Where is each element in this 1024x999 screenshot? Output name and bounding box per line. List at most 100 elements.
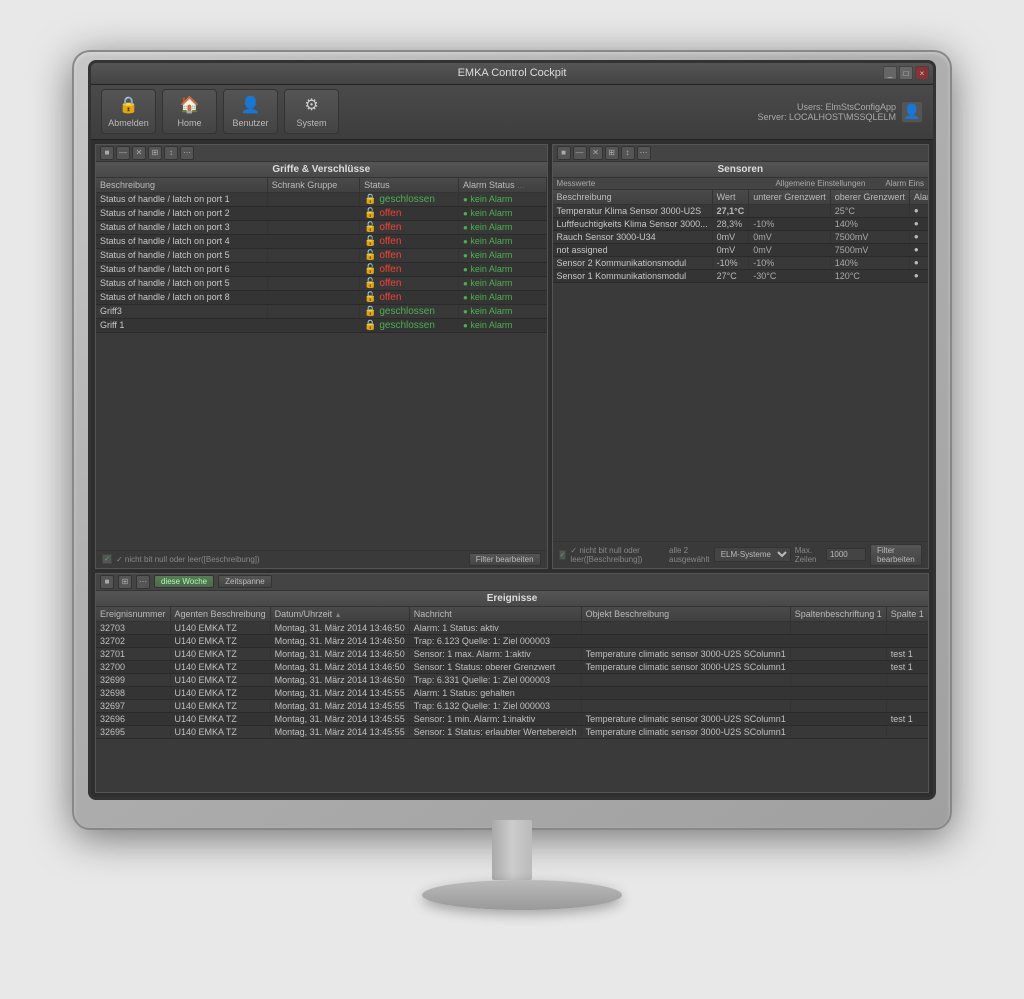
griffe-btn-3[interactable]: ✕ xyxy=(132,146,146,160)
griffe-btn-1[interactable]: ■ xyxy=(100,146,114,160)
table-row[interactable]: Rauch Sensor 3000-U34 0mV 0mV 7500mV ● xyxy=(553,230,928,243)
minimize-button[interactable]: _ xyxy=(883,66,897,80)
ereignis-spalte1: test 1 xyxy=(886,660,928,673)
monitor-bezel: EMKA Control Cockpit _ □ × 🔒 Abmelden xyxy=(88,60,936,800)
table-row[interactable]: 32698 U140 EMKA TZ Montag, 31. März 2014… xyxy=(96,686,928,699)
table-row[interactable]: 32700 U140 EMKA TZ Montag, 31. März 2014… xyxy=(96,660,928,673)
ereignisse-btn-3[interactable]: ⋯ xyxy=(136,575,150,589)
table-row[interactable]: 32695 U140 EMKA TZ Montag, 31. März 2014… xyxy=(96,725,928,738)
table-row[interactable]: 32702 U140 EMKA TZ Montag, 31. März 2014… xyxy=(96,634,928,647)
griffe-desc: Griff3 xyxy=(96,304,267,318)
griffe-alarm: ● kein Alarm xyxy=(459,206,547,220)
sensoren-elm-select[interactable]: ELM-Systeme xyxy=(714,547,791,562)
ereignis-spalte-label xyxy=(790,673,886,686)
ereignisse-btn-2[interactable]: ⊞ xyxy=(118,575,132,589)
ereignis-datum: Montag, 31. März 2014 13:46:50 xyxy=(270,673,409,686)
col-status[interactable]: Status xyxy=(360,178,459,193)
griffe-btn-2[interactable]: — xyxy=(116,146,130,160)
ereignis-objekt xyxy=(581,686,790,699)
table-row[interactable]: not assigned 0mV 0mV 7500mV ● xyxy=(553,243,928,256)
col-alarm-status[interactable]: Alarm Status ... xyxy=(459,178,547,193)
table-row[interactable]: Sensor 1 Kommunikationsmodul 27°C -30°C … xyxy=(553,269,928,282)
ereignis-spalte-label xyxy=(790,647,886,660)
griffe-checkbox[interactable]: ✓ xyxy=(102,554,112,564)
table-row[interactable]: Status of handle / latch on port 5 🔓 off… xyxy=(96,248,546,262)
sensoren-panel: ■ — ✕ ⊞ ↕ ⋯ Sensoren Messwerte xyxy=(552,144,929,569)
table-row[interactable]: Status of handle / latch on port 4 🔓 off… xyxy=(96,234,546,248)
col-sensor-wert[interactable]: Wert xyxy=(712,190,749,205)
griffe-panel: ■ — ✕ ⊞ ↕ ⋯ Griffe & Verschlüsse xyxy=(95,144,548,569)
griffe-filter-btn[interactable]: Filter bearbeiten xyxy=(469,553,541,566)
ereignis-spalte1 xyxy=(886,673,928,686)
table-row[interactable]: 32699 U140 EMKA TZ Montag, 31. März 2014… xyxy=(96,673,928,686)
sensoren-btn-3[interactable]: ✕ xyxy=(589,146,603,160)
sensoren-alarm-label: Alarm Eins xyxy=(885,179,924,188)
table-row[interactable]: Sensor 2 Kommunikationsmodul -10% -10% 1… xyxy=(553,256,928,269)
table-row[interactable]: Status of handle / latch on port 6 🔓 off… xyxy=(96,262,546,276)
col-ereignisnr[interactable]: Ereignisnummer xyxy=(96,607,170,622)
table-row[interactable]: Status of handle / latch on port 1 🔒 ges… xyxy=(96,192,546,206)
col-sensor-oben[interactable]: oberer Grenzwert xyxy=(830,190,909,205)
table-row[interactable]: 32703 U140 EMKA TZ Montag, 31. März 2014… xyxy=(96,621,928,634)
table-row[interactable]: Status of handle / latch on port 5 🔓 off… xyxy=(96,276,546,290)
screen: EMKA Control Cockpit _ □ × 🔒 Abmelden xyxy=(91,63,933,797)
close-button[interactable]: × xyxy=(915,66,929,80)
ereignisse-panel: ■ ⊞ ⋯ diese Woche Zeitspanne Ereignisse xyxy=(95,573,929,793)
sensor-oben: 120°C xyxy=(830,269,909,282)
table-row[interactable]: Status of handle / latch on port 8 🔓 off… xyxy=(96,290,546,304)
table-row[interactable]: Griff 1 🔒 geschlossen ● kein Alarm xyxy=(96,318,546,332)
ereignis-spalte1 xyxy=(886,686,928,699)
sensoren-btn-2[interactable]: — xyxy=(573,146,587,160)
sensoren-table-scroll[interactable]: Beschreibung Wert unterer Grenzwert ober… xyxy=(553,190,928,541)
system-button[interactable]: ⚙ System xyxy=(284,89,339,134)
ereignis-spalte-label xyxy=(790,725,886,738)
diese-woche-btn[interactable]: diese Woche xyxy=(154,575,214,588)
col-sensor-unten[interactable]: unterer Grenzwert xyxy=(749,190,831,205)
col-datum[interactable]: Datum/Uhrzeit ▲ xyxy=(270,607,409,622)
griffe-footer: ✓ ✓ nicht bit null oder leer([Beschreibu… xyxy=(96,550,547,568)
sensoren-btn-1[interactable]: ■ xyxy=(557,146,571,160)
table-row[interactable]: Griff3 🔒 geschlossen ● kein Alarm xyxy=(96,304,546,318)
benutzer-button[interactable]: 👤 Benutzer xyxy=(223,89,278,134)
col-schrank[interactable]: Schrank Gruppe xyxy=(267,178,359,193)
table-row[interactable]: 32701 U140 EMKA TZ Montag, 31. März 2014… xyxy=(96,647,928,660)
griffe-gruppe xyxy=(267,276,359,290)
sensoren-checkbox[interactable]: ✓ xyxy=(559,550,567,560)
griffe-btn-4[interactable]: ⊞ xyxy=(148,146,162,160)
griffe-btn-5[interactable]: ↕ xyxy=(164,146,178,160)
ereignis-spalte-label xyxy=(790,699,886,712)
ereignisse-table-scroll[interactable]: Ereignisnummer Agenten Beschreibung Datu… xyxy=(96,607,928,792)
table-row[interactable]: Temperatur Klima Sensor 3000-U2S 27,1°C … xyxy=(553,204,928,217)
maximize-button[interactable]: □ xyxy=(899,66,913,80)
ereignisse-btn-1[interactable]: ■ xyxy=(100,575,114,589)
stand-base xyxy=(422,880,622,910)
griffe-gruppe xyxy=(267,290,359,304)
abmelden-button[interactable]: 🔒 Abmelden xyxy=(101,89,156,134)
griffe-table-scroll[interactable]: Beschreibung Schrank Gruppe Status Alarm… xyxy=(96,178,547,550)
table-row[interactable]: 32696 U140 EMKA TZ Montag, 31. März 2014… xyxy=(96,712,928,725)
sensoren-maxrows-label: Max. Zeilen xyxy=(795,546,822,564)
home-button[interactable]: 🏠 Home xyxy=(162,89,217,134)
table-row[interactable]: Luftfeuchtigkeits Klima Sensor 3000... 2… xyxy=(553,217,928,230)
griffe-alarm: ● kein Alarm xyxy=(459,276,547,290)
zeitspanne-btn[interactable]: Zeitspanne xyxy=(218,575,272,588)
col-spalte1[interactable]: Spalte 1 xyxy=(886,607,928,622)
col-nachricht[interactable]: Nachricht xyxy=(409,607,581,622)
sensoren-btn-4[interactable]: ⊞ xyxy=(605,146,619,160)
sensoren-btn-5[interactable]: ↕ xyxy=(621,146,635,160)
col-beschreibung[interactable]: Beschreibung xyxy=(96,178,267,193)
col-spalte-label[interactable]: Spaltenbeschriftung 1 xyxy=(790,607,886,622)
col-objekt[interactable]: Objekt Beschreibung xyxy=(581,607,790,622)
col-agenten[interactable]: Agenten Beschreibung xyxy=(170,607,270,622)
sensoren-maxrows-input[interactable] xyxy=(826,548,866,561)
griffe-status: 🔒 geschlossen xyxy=(360,192,459,206)
table-row[interactable]: Status of handle / latch on port 3 🔓 off… xyxy=(96,220,546,234)
table-row[interactable]: 32697 U140 EMKA TZ Montag, 31. März 2014… xyxy=(96,699,928,712)
col-sensor-alarm[interactable]: Alarm xyxy=(909,190,928,205)
table-row[interactable]: Status of handle / latch on port 2 🔓 off… xyxy=(96,206,546,220)
col-sensor-desc[interactable]: Beschreibung xyxy=(553,190,713,205)
sensoren-btn-6[interactable]: ⋯ xyxy=(637,146,651,160)
griffe-status: 🔒 geschlossen xyxy=(360,318,459,332)
griffe-btn-6[interactable]: ⋯ xyxy=(180,146,194,160)
sensoren-filter-btn[interactable]: Filter bearbeiten xyxy=(870,544,922,566)
